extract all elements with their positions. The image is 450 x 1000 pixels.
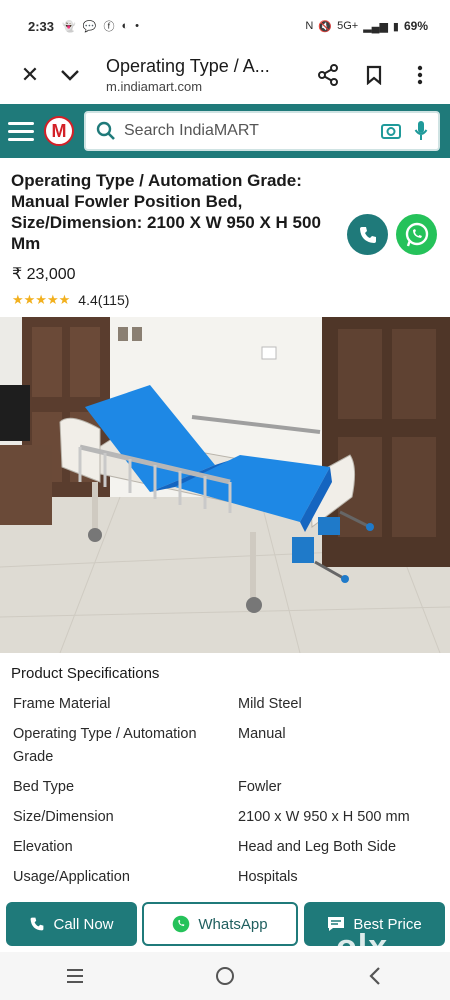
menu-icon[interactable] xyxy=(8,116,38,146)
back-icon[interactable] xyxy=(355,956,395,996)
messenger-icon: ◐ xyxy=(121,20,129,32)
spec-value: Fowler xyxy=(238,779,282,795)
spec-key: Frame Material xyxy=(13,696,111,712)
bookmark-icon[interactable] xyxy=(354,55,394,95)
spec-value: Hospitals xyxy=(238,869,298,885)
spec-value: Head and Leg Both Side xyxy=(238,839,397,855)
page-url: m.indiamart.com xyxy=(106,79,203,94)
notification-icons: 👻 💬 ⓕ ◐ • xyxy=(62,18,139,34)
status-bar: 2:33 👻 💬 ⓕ ◐ • N 🔇 5G+ ▂▄▆ ▮ 69% xyxy=(0,0,450,52)
nfc-icon: N xyxy=(305,20,314,32)
recent-apps-icon[interactable] xyxy=(55,956,95,996)
whatsapp-icon xyxy=(173,915,190,933)
star-rating-icon: ★★★★★ xyxy=(12,292,71,307)
indiamart-logo-icon[interactable]: M xyxy=(44,116,74,146)
spec-key: Operating Type / Automation Grade xyxy=(13,726,197,765)
mic-icon[interactable] xyxy=(414,120,428,142)
facebook-icon: ⓕ xyxy=(103,21,115,33)
browser-toolbar: ✕ Operating Type / A... m.indiamart.com xyxy=(0,46,450,104)
browser-actions xyxy=(308,55,440,95)
signal-icon: ▂▄▆ xyxy=(363,20,388,33)
call-now-label: Call Now xyxy=(53,915,114,933)
search-box[interactable] xyxy=(84,111,440,151)
call-now-button[interactable]: Call Now xyxy=(6,902,137,946)
system-nav-bar xyxy=(0,952,450,1000)
phone-icon xyxy=(31,917,44,931)
battery-icon: ▮ xyxy=(392,20,399,33)
spec-value: Mild Steel xyxy=(238,696,302,712)
dot-icon: • xyxy=(135,20,139,32)
mute-icon: 🔇 xyxy=(318,20,333,33)
spec-value: 2100 x W 950 x H 500 mm xyxy=(238,809,410,825)
specs-heading: Product Specifications xyxy=(11,665,160,682)
snapchat-icon: 👻 xyxy=(62,20,76,33)
home-icon[interactable] xyxy=(205,956,245,996)
whatsapp-icon[interactable] xyxy=(396,214,437,255)
chat-icon: 💬 xyxy=(82,20,97,33)
status-right: N 🔇 5G+ ▂▄▆ ▮ 69% xyxy=(305,19,428,33)
whatsapp-label: WhatsApp xyxy=(198,915,268,933)
search-input[interactable] xyxy=(124,122,380,140)
status-time: 2:33 xyxy=(28,18,55,34)
spec-key: Usage/Application xyxy=(13,869,130,885)
whatsapp-button[interactable]: WhatsApp xyxy=(142,902,298,946)
page-title: Operating Type / A... xyxy=(106,56,270,76)
close-icon[interactable]: ✕ xyxy=(10,55,50,95)
product-image[interactable] xyxy=(0,317,450,653)
phone-icon[interactable] xyxy=(347,214,388,255)
battery-percent: 69% xyxy=(403,19,428,33)
rating-value: 4.4(115) xyxy=(78,292,130,308)
browser-title-box[interactable]: Operating Type / A... m.indiamart.com xyxy=(90,56,308,94)
search-icon xyxy=(96,121,115,140)
product-title: Operating Type / Automation Grade: Manua… xyxy=(11,171,321,253)
product-rating[interactable]: ★★★★★ 4.4(115) xyxy=(12,292,129,308)
spec-key: Size/Dimension xyxy=(13,809,114,825)
network-label: 5G+ xyxy=(337,20,359,32)
spec-key: Elevation xyxy=(13,839,73,855)
site-header: M xyxy=(0,104,450,158)
spec-value: Manual xyxy=(238,726,286,742)
camera-search-icon[interactable] xyxy=(380,121,402,141)
product-specifications: Product Specifications Frame Material Mi… xyxy=(0,653,450,903)
spec-key: Bed Type xyxy=(13,779,75,795)
chevron-down-icon[interactable] xyxy=(50,55,90,95)
more-icon[interactable] xyxy=(400,55,440,95)
share-icon[interactable] xyxy=(308,55,348,95)
product-price: ₹ 23,000 xyxy=(12,266,76,283)
